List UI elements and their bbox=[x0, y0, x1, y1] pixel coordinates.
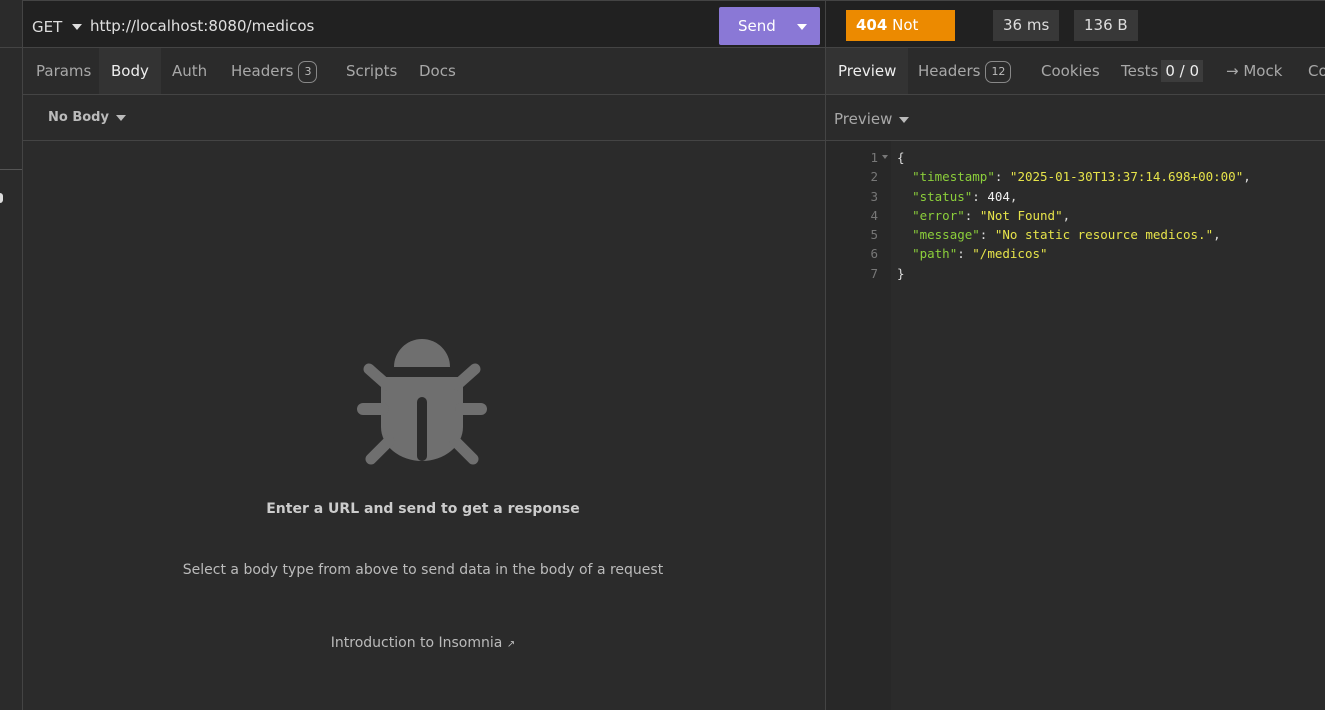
code-text: "timestamp": "2025-01-30T13:37:14.698+00… bbox=[912, 169, 1251, 185]
tab-docs[interactable]: Docs bbox=[407, 48, 468, 94]
headers-count-badge: 3 bbox=[298, 60, 318, 83]
external-link-icon: ↗ bbox=[506, 639, 516, 650]
response-size: 136 B bbox=[1074, 10, 1138, 41]
code-text: "message": "No static resource medicos."… bbox=[912, 227, 1221, 243]
response-body[interactable]: 1 {2 "timestamp": "2025-01-30T13:37:14.69… bbox=[825, 141, 1325, 710]
json-value: "/medicos" bbox=[972, 246, 1048, 262]
empty-state-description: Select a body type from above to send da… bbox=[182, 562, 664, 578]
code-text: } bbox=[897, 265, 905, 281]
preview-mode-bar: Preview bbox=[825, 95, 1325, 141]
line-number: 7 bbox=[870, 265, 878, 281]
divider bbox=[0, 47, 22, 48]
json-key: "timestamp" bbox=[912, 169, 995, 185]
tests-count-badge: 0 / 0 bbox=[1161, 60, 1204, 82]
divider bbox=[0, 169, 22, 170]
method-selector[interactable]: GET bbox=[32, 18, 62, 36]
tab-response-headers[interactable]: Headers 12 bbox=[906, 48, 1023, 94]
intro-link-label[interactable]: Introduction to Insomnia bbox=[331, 635, 503, 651]
tab-label: Headers bbox=[918, 62, 981, 80]
line-number: 6 bbox=[870, 246, 878, 262]
sidebar-indicator[interactable] bbox=[0, 193, 3, 203]
line-number: 4 bbox=[870, 207, 878, 223]
code-text: "status": 404, bbox=[912, 188, 1018, 204]
tab-preview[interactable]: Preview bbox=[826, 48, 909, 94]
code-text: "path": "/medicos" bbox=[912, 246, 1048, 262]
tab-scripts[interactable]: Scripts bbox=[334, 48, 409, 94]
tab-label: Preview bbox=[838, 62, 897, 80]
send-button[interactable]: Send bbox=[719, 7, 820, 45]
tab-auth[interactable]: Auth bbox=[160, 48, 219, 94]
chevron-down-icon bbox=[115, 114, 126, 121]
json-value: "Not Found" bbox=[979, 207, 1063, 223]
response-tabs: Preview Headers 12 Cookies Tests 0 / 0 → M… bbox=[825, 48, 1325, 95]
comma: , bbox=[1213, 227, 1221, 243]
tab-label: Body bbox=[111, 62, 149, 80]
response-time: 36 ms bbox=[993, 10, 1060, 41]
json-value: 404 bbox=[987, 188, 1010, 204]
fold-chevron-icon[interactable] bbox=[882, 155, 888, 159]
line-number: 5 bbox=[870, 227, 878, 243]
left-sidebar bbox=[0, 0, 23, 710]
comma: , bbox=[1243, 169, 1251, 185]
status-code: 404 bbox=[856, 16, 888, 34]
line-number: 2 bbox=[870, 169, 878, 185]
tab-label: Scripts bbox=[346, 62, 398, 80]
request-tabs: Params Body Auth Headers 3 Scripts Docs bbox=[23, 48, 825, 95]
tab-label: Co bbox=[1308, 62, 1325, 80]
empty-state-title: Enter a URL and send to get a response bbox=[266, 501, 580, 517]
tab-label: Auth bbox=[172, 62, 208, 80]
chevron-down-icon[interactable] bbox=[72, 24, 82, 30]
tab-label: Docs bbox=[419, 62, 456, 80]
tab-label: → Mock bbox=[1226, 62, 1283, 80]
code-text: "error": "Not Found", bbox=[912, 207, 1071, 223]
code-text: { bbox=[897, 150, 905, 165]
chevron-down-icon bbox=[899, 116, 910, 123]
body-type-bar: No Body bbox=[23, 95, 825, 141]
tab-label: Cookies bbox=[1041, 62, 1100, 80]
json-value: "2025-01-30T13:37:14.698+00:00" bbox=[1009, 169, 1244, 185]
comma: , bbox=[1009, 188, 1018, 204]
comma: , bbox=[1062, 207, 1071, 223]
tab-console[interactable]: Co bbox=[1296, 48, 1325, 94]
status-badge: 404 Not Found bbox=[846, 10, 955, 65]
line-number: 1 bbox=[870, 150, 878, 165]
tab-params[interactable]: Params bbox=[24, 48, 103, 94]
body-type-label: No Body bbox=[48, 110, 109, 125]
response-status-bar: 404 Not Found 36 ms 136 B bbox=[825, 0, 1325, 65]
tab-body[interactable]: Body bbox=[99, 48, 161, 94]
tab-label: Headers bbox=[231, 62, 294, 80]
tab-cookies[interactable]: Cookies bbox=[1029, 48, 1112, 94]
url-input[interactable]: http://localhost:8080/medicos bbox=[90, 17, 314, 35]
line-number: 3 bbox=[870, 188, 878, 204]
empty-state: Enter a URL and send to get a response S… bbox=[23, 141, 825, 710]
json-key: "path" bbox=[912, 246, 958, 262]
json-key: "error" bbox=[912, 207, 965, 223]
tab-label: Params bbox=[36, 62, 92, 80]
preview-mode-label: Preview bbox=[834, 110, 893, 128]
body-type-dropdown[interactable]: No Body bbox=[48, 110, 126, 125]
json-key: "message" bbox=[912, 227, 980, 243]
tab-mock[interactable]: → Mock bbox=[1214, 48, 1294, 94]
send-options-chevron-icon[interactable] bbox=[797, 24, 807, 30]
tab-headers[interactable]: Headers 3 bbox=[219, 48, 329, 94]
preview-mode-dropdown[interactable]: Preview bbox=[834, 110, 910, 128]
intro-link[interactable]: Introduction to Insomnia ↗ bbox=[23, 635, 823, 651]
json-value: "No static resource medicos." bbox=[994, 227, 1214, 243]
send-label: Send bbox=[738, 17, 776, 35]
json-key: "status" bbox=[912, 188, 973, 204]
headers-count-badge: 12 bbox=[985, 60, 1012, 83]
url-bar: GET http://localhost:8080/medicos Send bbox=[23, 0, 825, 48]
bug-icon bbox=[357, 339, 487, 465]
tab-label: Tests bbox=[1121, 62, 1159, 80]
tab-tests[interactable]: Tests 0 / 0 bbox=[1109, 48, 1215, 94]
